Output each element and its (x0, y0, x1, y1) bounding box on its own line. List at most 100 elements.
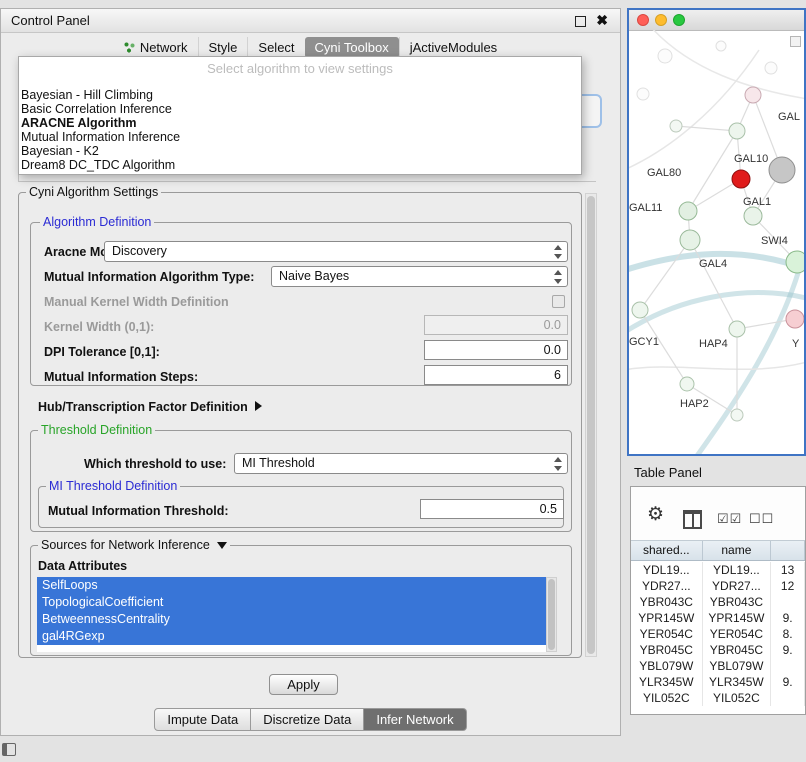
table-cell (771, 594, 805, 610)
network-scroll-widget[interactable] (790, 36, 801, 47)
table-cell (771, 658, 805, 674)
settings-scrollbar[interactable] (585, 193, 597, 657)
network-node-label: GAL80 (647, 167, 681, 179)
which-threshold-select[interactable]: MI Threshold (234, 453, 568, 474)
hub-definition-toggle[interactable]: Hub/Transcription Factor Definition (38, 398, 262, 416)
network-titlebar[interactable] (629, 10, 804, 31)
network-view-window[interactable]: GALGAL80GAL10GAL11GAL1SWI4GAL4GCY1HAP4YH… (627, 8, 806, 456)
data-attributes-list[interactable]: SelfLoopsTopologicalCoefficientBetweenne… (37, 577, 546, 652)
algorithm-option-dream8-dc-tdc-algorithm[interactable]: Dream8 DC_TDC Algorithm (19, 158, 581, 172)
table-row[interactable]: YDL19...YDL19...13 (631, 562, 805, 578)
table-row[interactable]: YBL079WYBL079W (631, 658, 805, 674)
column-header-name[interactable]: name (703, 541, 772, 560)
algorithm-popup-list: Bayesian - Hill ClimbingBasic Correlatio… (19, 88, 581, 172)
tab-cyni-toolbox[interactable]: Cyni Toolbox (305, 37, 399, 58)
tab-select[interactable]: Select (247, 37, 304, 58)
kernel-width-label: Kernel Width (0,1): (44, 320, 154, 334)
tab-jactivemodules[interactable]: jActiveModules (399, 37, 507, 58)
network-node-label: GAL1 (743, 196, 771, 208)
select-all-checkboxes-icon[interactable]: ☑☑ (717, 511, 742, 527)
scrollbar-thumb[interactable] (548, 579, 555, 650)
table-cell: YBR045C (703, 642, 772, 658)
attribute-item-gal4rgexp[interactable]: gal4RGexp (37, 628, 546, 645)
hidden-group-border (18, 181, 596, 182)
tab-style[interactable]: Style (198, 37, 248, 58)
mi-steps-input[interactable] (424, 365, 568, 385)
attributes-scrollbar[interactable] (546, 577, 557, 652)
scrollbar-thumb[interactable] (587, 196, 595, 654)
mi-threshold-label: Mutual Information Threshold: (48, 504, 229, 518)
algorithm-definition-title: Algorithm Definition (40, 215, 154, 229)
stepper-icon (554, 270, 563, 284)
table-row[interactable]: YPR145WYPR145W9. (631, 610, 805, 626)
network-node-pink-right[interactable] (786, 310, 804, 328)
table-cell: 13 (771, 562, 805, 578)
columns-icon[interactable] (683, 510, 702, 529)
bottom-tab-discretize-data[interactable]: Discretize Data (251, 708, 364, 731)
mac-zoom-button[interactable] (673, 14, 685, 26)
network-node-label: HAP2 (680, 398, 709, 410)
collapsed-arrow-icon (255, 401, 262, 411)
bottom-tab-impute-data[interactable]: Impute Data (154, 708, 251, 731)
panel-title: Control Panel (11, 13, 90, 28)
table-cell: YBR045C (631, 642, 703, 658)
network-node-pale-left[interactable] (670, 120, 682, 132)
bottom-tab-infer-network[interactable]: Infer Network (364, 708, 466, 731)
network-node-GAL10[interactable] (732, 170, 750, 188)
algorithm-option-bayesian-hill-climbing[interactable]: Bayesian - Hill Climbing (19, 88, 581, 102)
table-cell: YBR043C (631, 594, 703, 610)
mi-steps-label: Mutual Information Steps: (44, 370, 198, 384)
table-row[interactable]: YDR27...YDR27...12 (631, 578, 805, 594)
network-node-GAL4[interactable] (680, 230, 700, 250)
algorithm-option-aracne-algorithm[interactable]: ARACNE Algorithm (19, 116, 581, 130)
attribute-item-betweennesscentrality[interactable]: BetweennessCentrality (37, 611, 546, 628)
apply-button[interactable]: Apply (269, 674, 338, 695)
network-node-GAL1[interactable] (744, 207, 762, 225)
network-node-label: GAL11 (629, 202, 662, 214)
table-row[interactable]: YIL052CYIL052C (631, 690, 805, 706)
gear-icon[interactable]: ⚙ (647, 505, 664, 524)
table-row[interactable]: YLR345WYLR345W9. (631, 674, 805, 690)
expanded-arrow-icon (217, 542, 227, 549)
network-node-pale-mid[interactable] (729, 123, 745, 139)
table-row[interactable]: YER054CYER054C8. (631, 626, 805, 642)
kernel-width-input[interactable] (424, 315, 568, 335)
table-cell: YIL052C (631, 690, 703, 706)
mi-threshold-input[interactable] (420, 499, 564, 519)
tab-network[interactable]: Network (114, 37, 198, 58)
mi-type-select[interactable]: Naive Bayes (271, 266, 568, 287)
deselect-all-checkboxes-icon[interactable]: ☐☐ (749, 511, 774, 527)
mac-minimize-button[interactable] (655, 14, 667, 26)
mac-close-button[interactable] (637, 14, 649, 26)
dpi-tolerance-input[interactable] (424, 340, 568, 360)
column-header-extra[interactable] (771, 541, 805, 560)
network-edge (688, 131, 737, 211)
network-node-SWI4[interactable] (786, 251, 804, 273)
mi-type-value: Naive Bayes (279, 269, 349, 283)
sources-toggle[interactable]: Sources for Network Inference (38, 538, 230, 552)
algorithm-option-bayesian-k2[interactable]: Bayesian - K2 (19, 144, 581, 158)
table-row[interactable]: YBR043CYBR043C (631, 594, 805, 610)
network-canvas[interactable]: GALGAL80GAL10GAL11GAL1SWI4GAL4GCY1HAP4YH… (629, 30, 804, 454)
aracne-mode-select[interactable]: Discovery (104, 241, 568, 262)
table-cell: 12 (771, 578, 805, 594)
table-row[interactable]: YBR045CYBR045C9. (631, 642, 805, 658)
algorithm-option-basic-correlation-inference[interactable]: Basic Correlation Inference (19, 102, 581, 116)
algorithm-option-mutual-information-inference[interactable]: Mutual Information Inference (19, 130, 581, 144)
table-cell: YER054C (703, 626, 772, 642)
column-header-shared-[interactable]: shared... (631, 541, 703, 560)
network-node-GCY1[interactable] (632, 302, 648, 318)
manual-kernel-label: Manual Kernel Width Definition (44, 295, 229, 309)
network-node-pale-top[interactable] (745, 87, 761, 103)
close-icon[interactable]: ✖ (596, 12, 608, 28)
network-node-HAP2[interactable] (680, 377, 694, 391)
hidden-panel-icon[interactable] (2, 743, 16, 756)
attribute-item-selfloops[interactable]: SelfLoops (37, 577, 546, 594)
network-node-HAP4[interactable] (729, 321, 745, 337)
float-window-icon[interactable] (575, 16, 586, 27)
manual-kernel-checkbox[interactable] (552, 295, 565, 308)
network-node-hub-gray[interactable] (769, 157, 795, 183)
network-node-pale-bottom[interactable] (731, 409, 743, 421)
attribute-item-topologicalcoefficient[interactable]: TopologicalCoefficient (37, 594, 546, 611)
network-node-GAL11[interactable] (679, 202, 697, 220)
